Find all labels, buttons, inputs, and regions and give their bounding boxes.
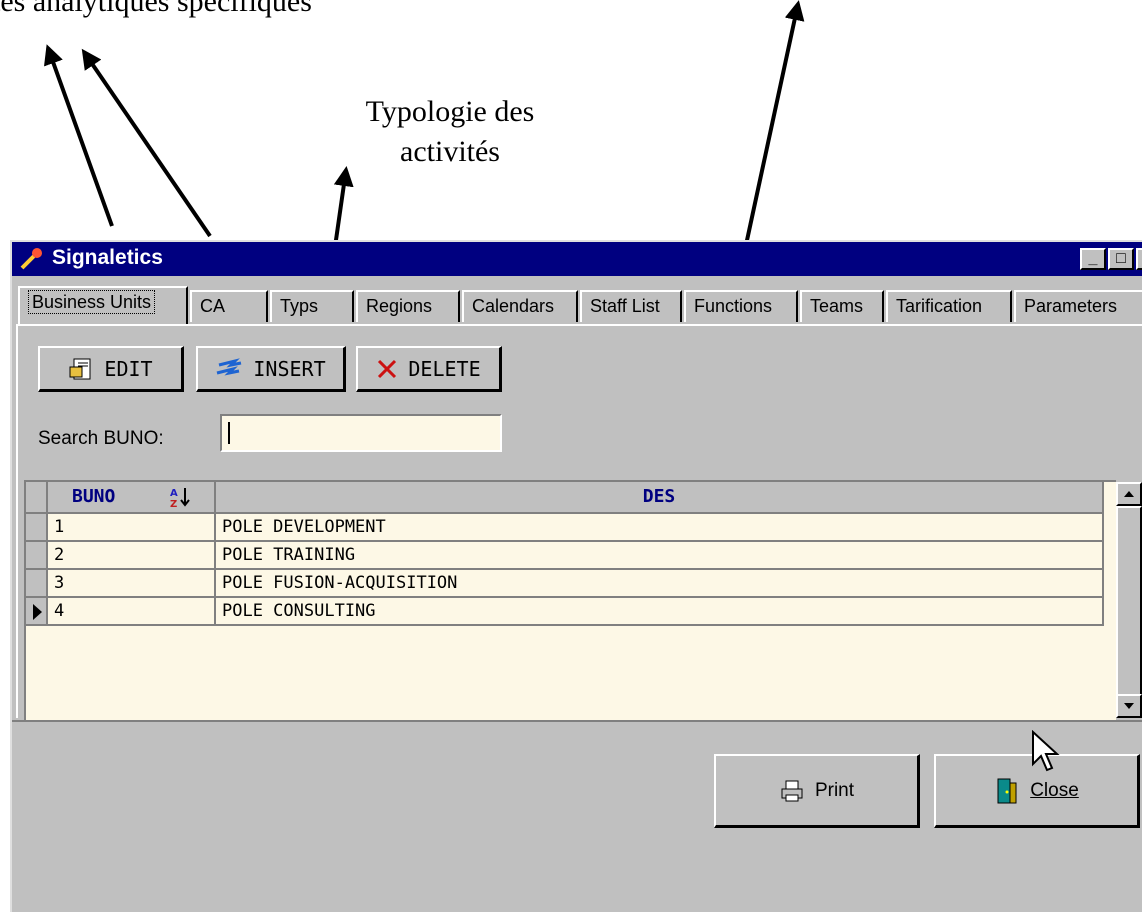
table-row[interactable]: 1 POLE DEVELOPMENT <box>26 514 1104 542</box>
title-bar[interactable]: Signaletics _ □ × <box>12 242 1142 276</box>
tab-staff-list[interactable]: Staff List <box>580 290 682 322</box>
cell-buno[interactable]: 2 <box>48 542 216 570</box>
tab-tarification[interactable]: Tarification <box>886 290 1012 322</box>
table-row[interactable]: 2 POLE TRAINING <box>26 542 1104 570</box>
maximize-button[interactable]: □ <box>1108 248 1134 270</box>
insert-button[interactable]: INSERT <box>196 346 346 392</box>
printer-icon <box>781 780 803 801</box>
row-indicator <box>26 542 48 570</box>
tab-teams[interactable]: Teams <box>800 290 884 322</box>
delete-label: DELETE <box>408 356 481 381</box>
search-label: Search BUNO: <box>38 428 164 449</box>
tab-regions[interactable]: Regions <box>356 290 460 322</box>
window-title: Signaletics <box>52 246 163 269</box>
mouse-pointer-icon <box>1032 730 1060 772</box>
search-buno-input[interactable] <box>220 414 502 452</box>
edit-icon <box>69 358 91 379</box>
tab-functions[interactable]: Functions <box>684 290 798 322</box>
vertical-scrollbar[interactable] <box>1116 482 1142 718</box>
arrow-up-icon <box>1124 491 1134 497</box>
business-units-grid: BUNO A Z DES 1 POLE DEVELOPMENT 2 POLE T… <box>24 480 1116 720</box>
cell-des[interactable]: POLE CONSULTING <box>216 598 1104 626</box>
current-row-arrow-icon <box>33 604 42 620</box>
header-indicator <box>26 482 48 514</box>
cell-buno[interactable]: 4 <box>48 598 216 626</box>
scroll-thumb[interactable] <box>1116 506 1142 716</box>
arrow-down-icon <box>1124 703 1134 709</box>
tab-typs[interactable]: Typs <box>270 290 354 322</box>
delete-icon <box>378 359 397 378</box>
delete-button[interactable]: DELETE <box>356 346 502 392</box>
cell-buno[interactable]: 1 <box>48 514 216 542</box>
tab-business-units[interactable]: Business Units <box>18 286 188 324</box>
edit-button[interactable]: EDIT <box>38 346 184 392</box>
svg-text:Z: Z <box>170 499 177 509</box>
cell-des[interactable]: POLE FUSION-ACQUISITION <box>216 570 1104 598</box>
svg-text:A: A <box>170 488 178 499</box>
door-exit-icon <box>997 778 1017 803</box>
arrow-2 <box>81 48 212 238</box>
row-indicator <box>26 570 48 598</box>
sort-az-icon[interactable]: A Z <box>168 485 192 509</box>
grid-header: BUNO A Z DES <box>26 482 1104 514</box>
tab-calendars[interactable]: Calendars <box>462 290 578 322</box>
close-label: Close <box>1030 779 1079 801</box>
tab-ca[interactable]: CA <box>190 290 268 322</box>
tab-parameters[interactable]: Parameters <box>1014 290 1142 322</box>
signaletics-window: Signaletics _ □ × Business Units CA Typs… <box>10 240 1142 912</box>
arrow-1 <box>44 44 114 227</box>
row-indicator <box>26 514 48 542</box>
cell-buno[interactable]: 3 <box>48 570 216 598</box>
table-row[interactable]: 3 POLE FUSION-ACQUISITION <box>26 570 1104 598</box>
edit-label: EDIT <box>104 356 153 381</box>
scroll-up-button[interactable] <box>1116 482 1142 506</box>
cell-des[interactable]: POLE TRAINING <box>216 542 1104 570</box>
cell-des[interactable]: POLE DEVELOPMENT <box>216 514 1104 542</box>
row-indicator <box>26 598 48 626</box>
table-row[interactable]: 4 POLE CONSULTING <box>26 598 1104 626</box>
column-header-des[interactable]: DES <box>216 482 1104 514</box>
tool-icon <box>20 248 42 270</box>
text-caret <box>228 422 230 444</box>
print-label: Print <box>814 779 855 801</box>
insert-icon <box>217 357 242 375</box>
scroll-down-button[interactable] <box>1116 694 1142 718</box>
print-button[interactable]: Print <box>714 754 920 828</box>
close-window-button[interactable]: × <box>1136 248 1142 270</box>
minimize-button[interactable]: _ <box>1080 248 1106 270</box>
column-header-buno[interactable]: BUNO A Z <box>48 482 216 514</box>
insert-label: INSERT <box>253 356 326 381</box>
